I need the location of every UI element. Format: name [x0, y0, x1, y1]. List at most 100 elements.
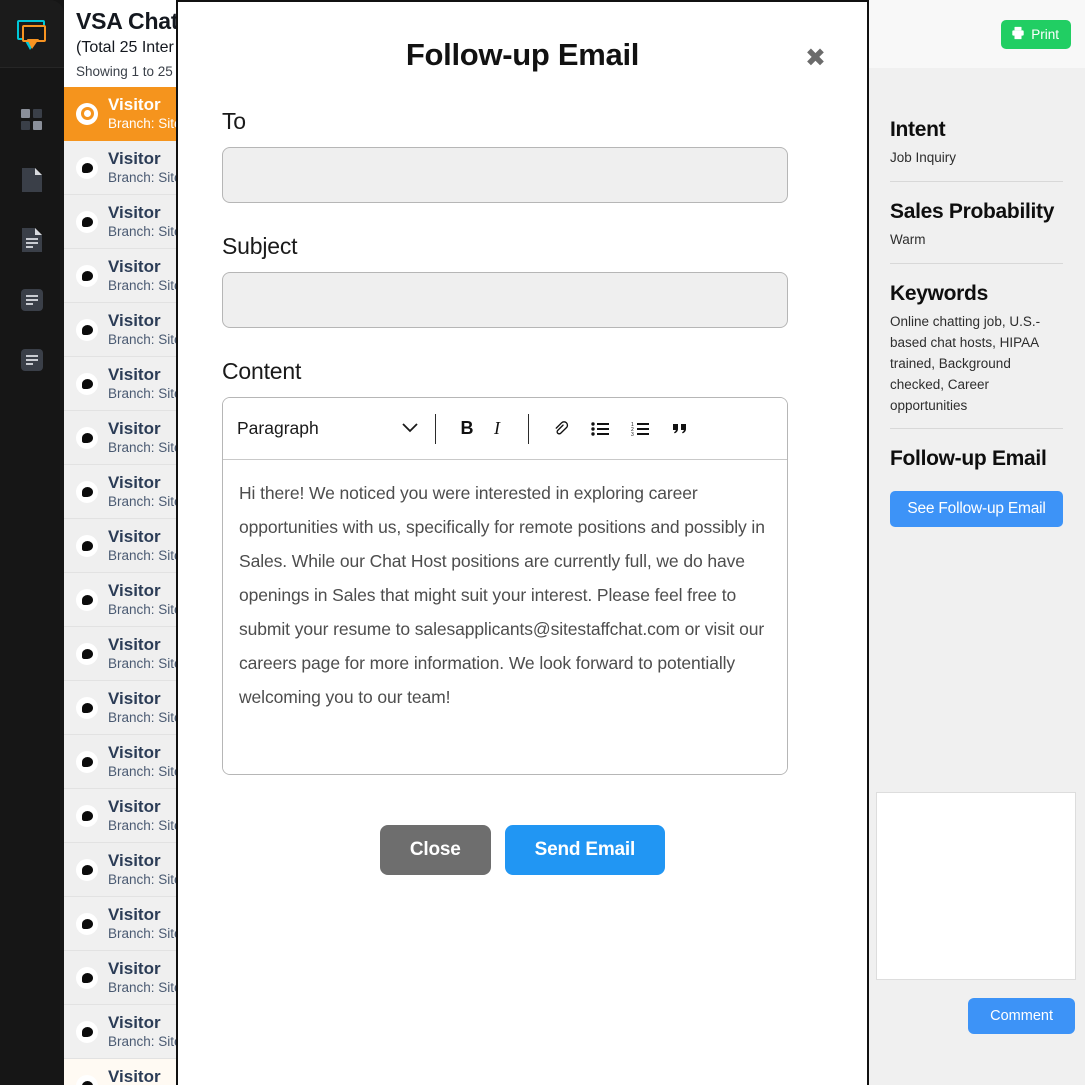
- info-section-keywords: Keywords Online chatting job, U.S.-based…: [890, 282, 1063, 430]
- list-item-title: Visitor: [108, 850, 161, 870]
- chat-bubble-icon: [76, 534, 98, 557]
- content-label: Content: [222, 358, 302, 384]
- sales-probability-value: Warm: [890, 231, 926, 247]
- chat-bubble-icon: [76, 264, 98, 287]
- dashboard-icon: [20, 108, 44, 132]
- list-item-title: Visitor: [108, 904, 161, 924]
- chat-bubble-icon: [76, 804, 98, 827]
- sidebar-item-documents[interactable]: [0, 210, 64, 270]
- italic-button[interactable]: I: [482, 414, 512, 444]
- chat-bubble-icon: [76, 588, 98, 611]
- sidebar-item-pages[interactable]: [0, 150, 64, 210]
- list-item-title: Visitor: [108, 688, 161, 708]
- report-icon: [20, 288, 44, 312]
- chat-bubble-icon: [76, 1020, 98, 1043]
- blockquote-icon[interactable]: [665, 414, 695, 444]
- info-section-sales-probability: Sales Probability Warm: [890, 200, 1063, 264]
- chat-bubble-icon: [76, 912, 98, 935]
- app-root: VSA Chats (Total 25 Inter Showing 1 to 2…: [0, 0, 1085, 1085]
- chevron-down-icon: [401, 418, 419, 439]
- to-label: To: [222, 108, 246, 134]
- block-format-select[interactable]: Paragraph: [237, 418, 419, 439]
- send-email-button[interactable]: Send Email: [504, 825, 666, 875]
- list-item-title: Visitor: [108, 148, 161, 168]
- sidebar-item-dashboard[interactable]: [0, 90, 64, 150]
- sales-probability-heading: Sales Probability: [890, 199, 1055, 223]
- transcript-icon: [20, 348, 44, 372]
- list-item-title: Visitor: [108, 580, 161, 600]
- list-item-title: Visitor: [108, 1012, 161, 1032]
- block-format-label: Paragraph: [237, 418, 319, 438]
- bullet-list-icon[interactable]: [585, 414, 615, 444]
- to-field-group: To: [222, 108, 823, 203]
- list-item-title: Visitor: [108, 796, 161, 816]
- list-item-title: Visitor: [108, 202, 161, 222]
- chat-bubble-icon: [76, 372, 98, 395]
- close-button[interactable]: Close: [379, 825, 491, 875]
- followup-email-modal: Follow-up Email ✖ To Subject Content Par…: [176, 0, 869, 1085]
- toolbar-divider: [528, 413, 529, 444]
- subject-input[interactable]: [222, 272, 788, 328]
- divider: [890, 180, 1063, 182]
- subject-label: Subject: [222, 233, 298, 259]
- intent-heading: Intent: [890, 118, 946, 141]
- chat-bubble-icon: [76, 642, 98, 665]
- list-item-title: Visitor: [108, 1066, 161, 1085]
- chat-bubble-icon: [76, 210, 98, 233]
- left-sidebar: [0, 0, 64, 1085]
- chat-bubble-icon: [76, 858, 98, 881]
- chat-bubble-icon: [76, 696, 98, 719]
- sidebar-item-transcripts[interactable]: [0, 330, 64, 390]
- chat-logo-icon: [15, 19, 49, 50]
- intent-value: Job Inquiry: [890, 150, 957, 165]
- keywords-heading: Keywords: [890, 281, 988, 305]
- editor-content-area[interactable]: Hi there! We noticed you were interested…: [223, 460, 787, 774]
- followup-email-heading: Follow-up Email: [890, 447, 1047, 471]
- toolbar-divider: [435, 413, 436, 444]
- list-item-title: Visitor: [108, 958, 161, 978]
- numbered-list-icon[interactable]: 1 2 3: [625, 414, 655, 444]
- rich-text-editor: Paragraph B I 1 2 3 Hi there! We noticed…: [222, 397, 788, 775]
- print-button[interactable]: Print: [1001, 19, 1071, 49]
- list-item-title: Visitor: [108, 364, 161, 384]
- chat-bubble-icon: [76, 318, 98, 341]
- list-item-title: Visitor: [108, 310, 161, 330]
- info-section-followup-email: Follow-up Email See Follow-up Email: [890, 447, 1063, 528]
- chat-bubble-icon: [76, 426, 98, 449]
- chat-bubble-icon: [76, 480, 98, 503]
- keywords-value: Online chatting job, U.S.-based chat hos…: [890, 313, 1041, 413]
- comment-button[interactable]: Comment: [968, 998, 1075, 1034]
- list-item-title: Visitor: [108, 418, 161, 438]
- modal-title: Follow-up Email: [405, 37, 640, 72]
- info-section-intent: Intent Job Inquiry: [890, 118, 1063, 182]
- comment-textarea[interactable]: [876, 792, 1076, 980]
- chat-bubble-icon: [76, 1074, 98, 1085]
- see-followup-email-button[interactable]: See Follow-up Email: [890, 491, 1063, 528]
- info-panel-body: Intent Job Inquiry Sales Probability War…: [868, 68, 1085, 528]
- modal-footer-actions: Close Send Email: [222, 825, 823, 875]
- chat-bubble-icon: [76, 156, 98, 179]
- divider: [890, 262, 1063, 264]
- info-panel: Print Intent Job Inquiry Sales Probabili…: [868, 0, 1085, 1085]
- modal-body: To Subject Content Paragraph B I 1 2 3 H…: [178, 108, 867, 875]
- sidebar-logo[interactable]: [0, 0, 64, 68]
- info-panel-toolbar: Print: [868, 0, 1085, 68]
- link-icon[interactable]: [545, 414, 575, 444]
- document-icon: [20, 227, 44, 253]
- chat-bubble-icon: [76, 750, 98, 773]
- chat-bubble-icon: [76, 102, 98, 125]
- sidebar-nav: [0, 68, 64, 390]
- pages-icon: [20, 167, 44, 193]
- list-item-title: Visitor: [108, 526, 161, 546]
- divider: [890, 428, 1063, 430]
- chat-bubble-icon: [76, 966, 98, 989]
- editor-toolbar: Paragraph B I 1 2 3: [223, 398, 787, 460]
- to-input[interactable]: [222, 147, 788, 203]
- sidebar-item-reports[interactable]: [0, 270, 64, 330]
- editor-content-text: Hi there! We noticed you were interested…: [239, 483, 765, 707]
- list-item-title: Visitor: [108, 94, 161, 114]
- printer-icon: [1011, 26, 1025, 43]
- bold-button[interactable]: B: [452, 414, 482, 444]
- close-icon[interactable]: ✖: [805, 46, 826, 71]
- list-item-title: Visitor: [108, 472, 161, 492]
